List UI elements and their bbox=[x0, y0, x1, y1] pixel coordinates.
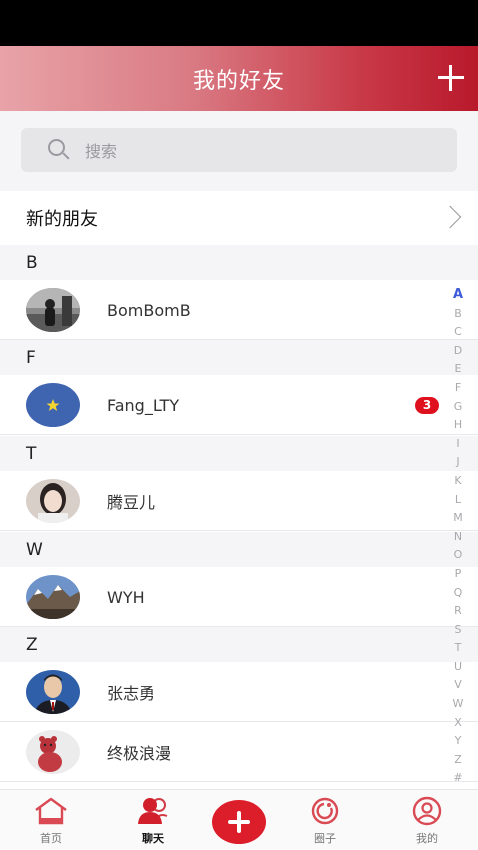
tab-mine[interactable]: 我的 bbox=[379, 790, 475, 850]
index-letter-q[interactable]: Q bbox=[448, 584, 468, 603]
index-letter-z[interactable]: Z bbox=[448, 751, 468, 770]
index-letter-x[interactable]: X bbox=[448, 714, 468, 733]
unread-badge: 3 bbox=[415, 396, 439, 414]
new-friends-label: 新的朋友 bbox=[26, 209, 98, 230]
user-icon bbox=[412, 796, 442, 826]
contact-name: 终极浪漫 bbox=[107, 744, 172, 763]
index-letter-y[interactable]: Y bbox=[448, 732, 468, 751]
section-header-z: Z bbox=[0, 627, 478, 662]
search-area: 搜索 bbox=[0, 111, 478, 191]
chevron-right-icon bbox=[438, 205, 462, 229]
avatar bbox=[26, 730, 80, 774]
section-header-t: T bbox=[0, 436, 478, 471]
index-letter-o[interactable]: O bbox=[448, 546, 468, 565]
status-bar bbox=[0, 0, 478, 46]
contact-row[interactable]: 腾豆儿 bbox=[0, 471, 478, 531]
index-letter-s[interactable]: S bbox=[448, 621, 468, 640]
search-placeholder: 搜索 bbox=[85, 142, 118, 161]
contact-row[interactable]: 终极浪漫 bbox=[0, 722, 478, 782]
avatar bbox=[26, 479, 80, 523]
index-letter-d[interactable]: D bbox=[448, 342, 468, 361]
index-letter-p[interactable]: P bbox=[448, 565, 468, 584]
contact-name: Fang_LTY bbox=[107, 395, 180, 415]
contact-row[interactable]: WYH bbox=[0, 567, 478, 627]
contact-name: BomBomB bbox=[107, 300, 191, 320]
index-letter-c[interactable]: C bbox=[448, 323, 468, 342]
index-letter-u[interactable]: U bbox=[448, 658, 468, 677]
index-letter-v[interactable]: V bbox=[448, 676, 468, 695]
contact-name: WYH bbox=[107, 587, 145, 607]
avatar bbox=[26, 288, 80, 332]
alphabet-index[interactable]: A B C D E F G H I J K L M N O P Q R S T U V W X Y Z # bbox=[448, 286, 468, 788]
section-header-b: B bbox=[0, 245, 478, 280]
index-letter-e[interactable]: E bbox=[448, 360, 468, 379]
index-letter-t[interactable]: T bbox=[448, 639, 468, 658]
avatar bbox=[26, 383, 80, 427]
index-letter-b[interactable]: B bbox=[448, 305, 468, 324]
contact-row[interactable]: 张志勇 bbox=[0, 662, 478, 722]
contacts-icon bbox=[138, 798, 168, 825]
index-letter-h[interactable]: H bbox=[448, 416, 468, 435]
avatar bbox=[26, 670, 80, 714]
tab-circle-label: 圈子 bbox=[314, 832, 336, 845]
search-input[interactable]: 搜索 bbox=[21, 128, 457, 172]
index-letter-r[interactable]: R bbox=[448, 602, 468, 621]
index-letter-g[interactable]: G bbox=[448, 398, 468, 417]
tab-chat[interactable]: 聊天 bbox=[105, 790, 201, 850]
index-letter-m[interactable]: M bbox=[448, 509, 468, 528]
home-icon bbox=[35, 797, 67, 825]
index-letter-n[interactable]: N bbox=[448, 528, 468, 547]
section-header-w: W bbox=[0, 532, 478, 567]
avatar bbox=[26, 575, 80, 619]
new-friends-row[interactable]: 新的朋友 bbox=[0, 191, 478, 245]
contact-name: 张志勇 bbox=[107, 684, 156, 703]
index-letter-f[interactable]: F bbox=[448, 379, 468, 398]
circle-icon bbox=[311, 797, 339, 825]
index-letter-l[interactable]: L bbox=[448, 491, 468, 510]
tab-circle[interactable]: 圈子 bbox=[277, 790, 373, 850]
index-letter-w[interactable]: W bbox=[448, 695, 468, 714]
index-letter-hash[interactable]: # bbox=[448, 769, 468, 788]
index-letter-j[interactable]: J bbox=[448, 453, 468, 472]
tab-mine-label: 我的 bbox=[416, 832, 438, 845]
tab-home-label: 首页 bbox=[40, 832, 62, 845]
tab-chat-label: 聊天 bbox=[142, 832, 164, 845]
page-title: 我的好友 bbox=[192, 68, 285, 94]
contact-row[interactable]: Fang_LTY 3 bbox=[0, 375, 478, 435]
contact-row[interactable]: BomBomB bbox=[0, 280, 478, 340]
index-letter-k[interactable]: K bbox=[448, 472, 468, 491]
add-friend-icon[interactable] bbox=[436, 63, 466, 93]
search-icon bbox=[47, 138, 71, 162]
section-header-f: F bbox=[0, 340, 478, 375]
index-letter-i[interactable]: I bbox=[448, 435, 468, 454]
app-header: 我的好友 bbox=[0, 46, 478, 111]
index-letter-a[interactable]: A bbox=[448, 286, 468, 305]
contact-name: 腾豆儿 bbox=[107, 493, 156, 512]
tab-home[interactable]: 首页 bbox=[3, 790, 99, 850]
add-button[interactable] bbox=[212, 800, 266, 844]
tab-bar: 首页 聊天 圈子 我的 bbox=[0, 789, 478, 850]
